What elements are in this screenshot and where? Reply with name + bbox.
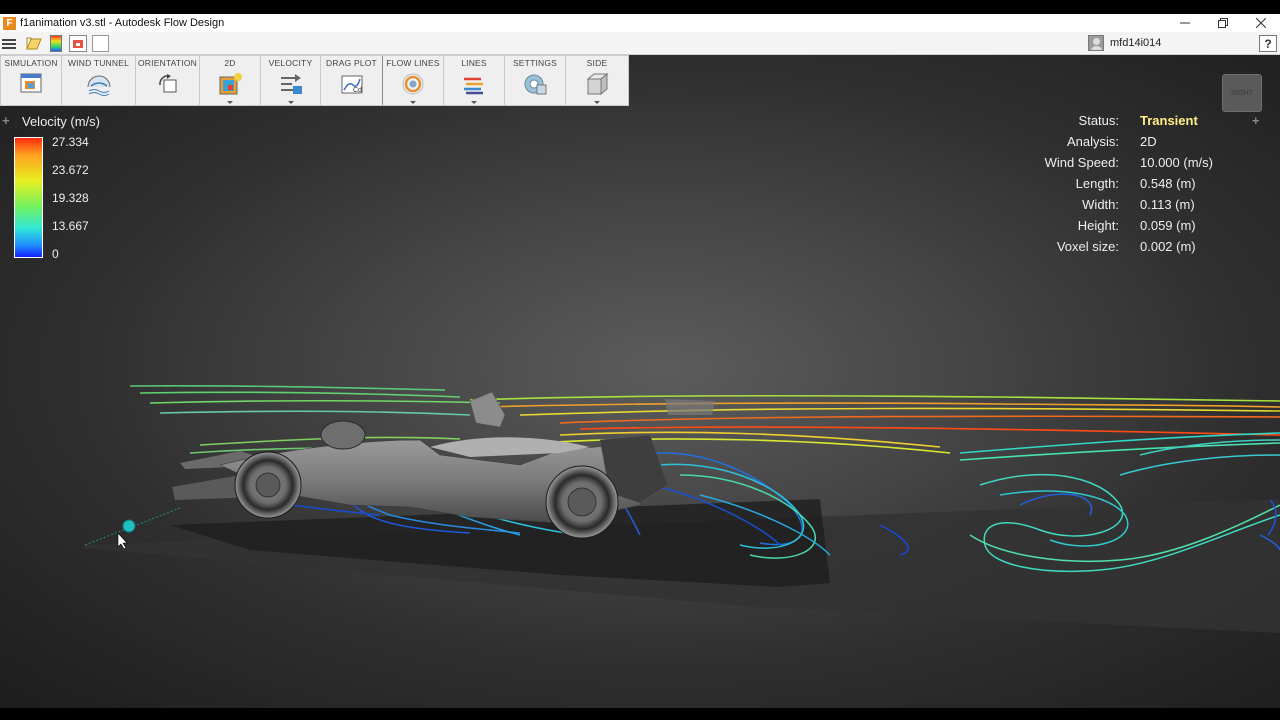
- hamburger-menu-icon[interactable]: [2, 37, 16, 49]
- avatar-icon: [1088, 35, 1104, 51]
- help-button[interactable]: ?: [1259, 35, 1277, 52]
- stat-value: 0.113 (m): [1140, 197, 1195, 212]
- view-cube-face-label: RIGHT: [1231, 89, 1253, 97]
- velocity-icon: [278, 71, 304, 97]
- stat-value: 0.002 (m): [1140, 239, 1196, 254]
- settings-icon: [522, 71, 548, 97]
- stat-wind-speed: Wind Speed: 10.000 (m/s): [1000, 155, 1260, 175]
- legend-title: Velocity (m/s): [22, 114, 101, 129]
- stat-label: Length:: [1075, 176, 1119, 191]
- ribbon-toolbar: SIMULATION WIND TUNNEL ORIENTATION 2D VE…: [0, 55, 629, 106]
- legend-tick: 13.667: [52, 219, 89, 233]
- stat-value: 10.000 (m/s): [1140, 155, 1213, 170]
- user-area[interactable]: mfd14i014: [1088, 35, 1161, 51]
- 2d-icon: [217, 71, 243, 97]
- stat-height: Height: 0.059 (m): [1000, 218, 1260, 238]
- svg-text:Cd: Cd: [353, 87, 362, 94]
- ribbon-wind-tunnel[interactable]: WIND TUNNEL: [62, 56, 136, 105]
- view-cube[interactable]: RIGHT: [1222, 74, 1262, 112]
- velocity-color-scale: [14, 137, 43, 258]
- ribbon-lines[interactable]: LINES: [444, 56, 505, 105]
- velocity-dropdown-icon[interactable]: [287, 101, 294, 104]
- stat-status: Status: Transient: [1000, 113, 1260, 133]
- ribbon-flow-lines[interactable]: FLOW LINES: [383, 56, 444, 105]
- stat-label: Height:: [1077, 218, 1119, 233]
- blank-view-icon[interactable]: [92, 35, 109, 52]
- stat-value-status: Transient: [1140, 113, 1198, 128]
- color-scale-icon[interactable]: [50, 35, 62, 52]
- ribbon-2d[interactable]: 2D: [200, 56, 261, 105]
- legend-tick: 23.672: [52, 163, 89, 177]
- ribbon-drag-plot[interactable]: DRAG PLOT Cd: [321, 56, 383, 105]
- letterbox-bottom: [0, 708, 1280, 720]
- simulation-icon: [18, 71, 44, 97]
- 2d-dropdown-icon[interactable]: [227, 101, 233, 104]
- wind-tunnel-icon: [86, 71, 112, 97]
- drag-plot-icon: Cd: [339, 71, 365, 97]
- window-title: f1animation v3.stl - Autodesk Flow Desig…: [20, 17, 225, 29]
- flow-lines-icon: [400, 71, 426, 97]
- ribbon-settings[interactable]: SETTINGS: [505, 56, 566, 105]
- stat-width: Width: 0.113 (m): [1000, 197, 1260, 217]
- title-bar: F f1animation v3.stl - Autodesk Flow Des…: [0, 14, 1280, 32]
- ribbon-side[interactable]: SIDE: [566, 56, 628, 105]
- ribbon-orientation[interactable]: ORIENTATION: [136, 56, 200, 105]
- ribbon-simulation[interactable]: SIMULATION: [1, 56, 62, 105]
- orientation-icon: [155, 71, 181, 97]
- streamlines-top: [129, 385, 1280, 461]
- close-icon[interactable]: [1242, 14, 1280, 32]
- legend-move-handle-icon[interactable]: +: [2, 113, 10, 128]
- minimize-icon[interactable]: [1166, 14, 1204, 32]
- window-controls: [1166, 14, 1280, 32]
- username: mfd14i014: [1110, 37, 1162, 49]
- lines-dropdown-icon[interactable]: [471, 101, 477, 104]
- open-file-icon[interactable]: [25, 35, 43, 52]
- stat-label: Analysis:: [1066, 134, 1119, 149]
- particle-seed[interactable]: [122, 519, 136, 533]
- legend-tick: 19.328: [52, 191, 89, 205]
- ribbon-velocity[interactable]: VELOCITY: [261, 56, 321, 105]
- stat-length: Length: 0.548 (m): [1000, 176, 1260, 196]
- legend-tick-min: 0: [52, 247, 59, 261]
- flow-lines-dropdown-icon[interactable]: [410, 101, 416, 104]
- stat-label: Status:: [1078, 113, 1119, 128]
- side-view-icon: [584, 71, 610, 97]
- app-logo-icon: F: [3, 16, 16, 30]
- lines-icon: [461, 71, 487, 97]
- stat-label: Width:: [1082, 197, 1119, 212]
- screenshot-icon[interactable]: [69, 35, 87, 52]
- letterbox-top: [0, 0, 1280, 14]
- stat-value: 2D: [1140, 134, 1157, 149]
- side-dropdown-icon[interactable]: [594, 101, 600, 104]
- stat-analysis: Analysis: 2D: [1000, 134, 1260, 154]
- restore-icon[interactable]: [1204, 14, 1242, 32]
- stat-voxel-size: Voxel size: 0.002 (m): [1000, 239, 1260, 259]
- stat-value: 0.059 (m): [1140, 218, 1196, 233]
- stat-label: Voxel size:: [1056, 239, 1119, 254]
- stat-label: Wind Speed:: [1044, 155, 1119, 170]
- quick-access-bar: mfd14i014 ?: [0, 32, 1280, 55]
- stat-value: 0.548 (m): [1140, 176, 1196, 191]
- legend-tick-max: 27.334: [52, 135, 89, 149]
